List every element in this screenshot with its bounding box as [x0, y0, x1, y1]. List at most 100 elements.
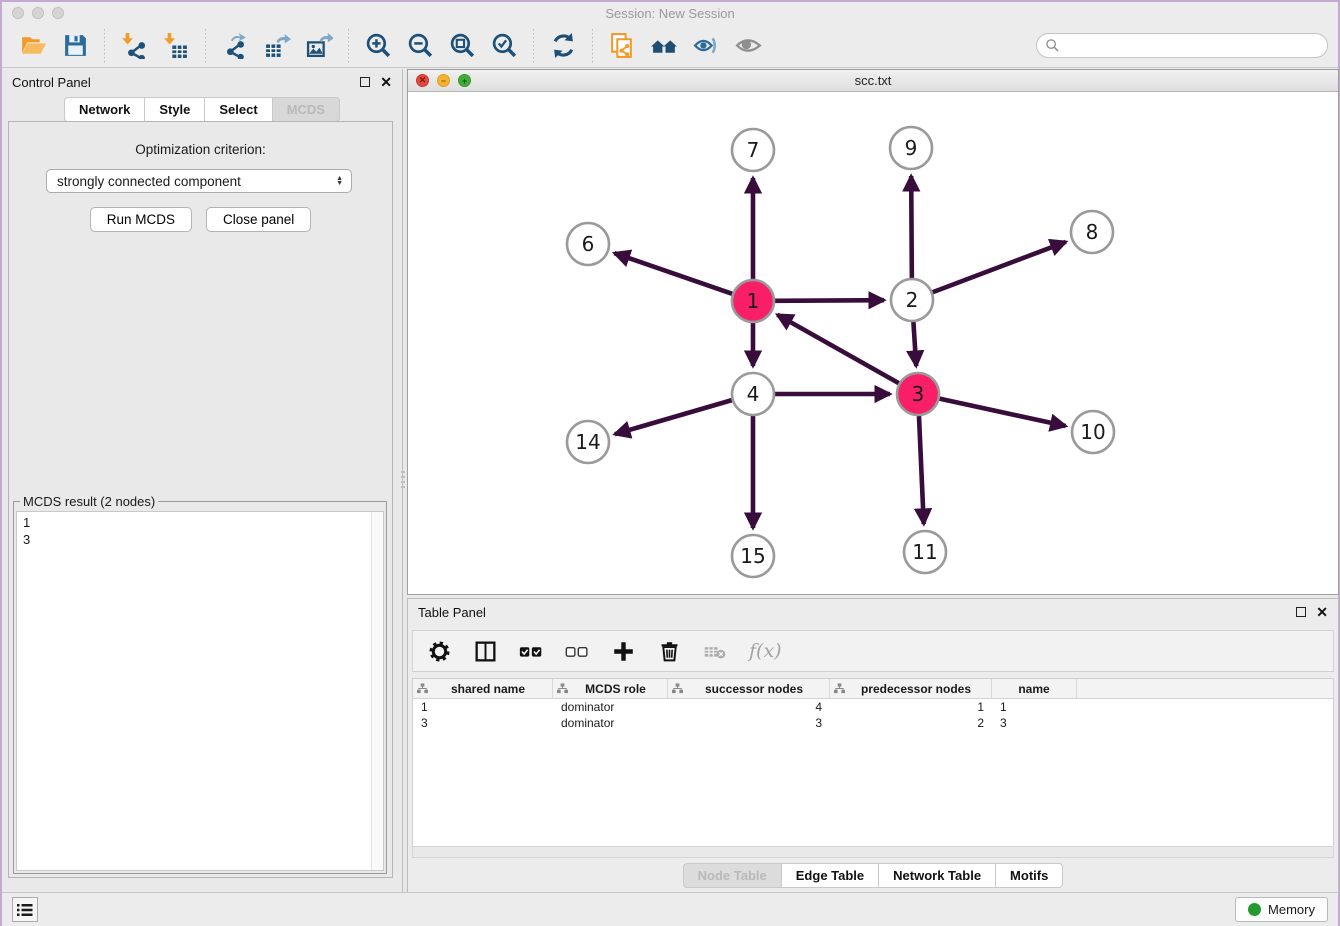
cell-shared-name[interactable]: 1	[413, 699, 553, 715]
cell-predecessor-nodes[interactable]: 2	[830, 715, 992, 731]
graph-node-9[interactable]: 9	[890, 127, 932, 169]
mcds-result-line: 1	[23, 514, 377, 531]
network-minimize-icon[interactable]: −	[437, 74, 450, 87]
memory-button[interactable]: Memory	[1235, 897, 1328, 922]
import-table-icon[interactable]	[161, 31, 191, 61]
float-table-panel-icon[interactable]	[1296, 607, 1306, 617]
edge-3-10[interactable]	[939, 399, 1065, 426]
table-panel: Table Panel ✕	[407, 598, 1339, 894]
graph-node-6[interactable]: 6	[567, 223, 609, 265]
tab-mcds[interactable]: MCDS	[272, 97, 340, 122]
edge-2-8[interactable]	[933, 242, 1066, 292]
cell-predecessor-nodes[interactable]: 1	[830, 699, 992, 715]
column-header-mcds-role[interactable]: MCDS role	[553, 679, 668, 698]
edge-2-9[interactable]	[911, 176, 912, 278]
criterion-dropdown[interactable]: strongly connected component ▲▼	[46, 169, 352, 193]
export-table-icon[interactable]	[262, 31, 292, 61]
tab-network[interactable]: Network	[64, 97, 144, 122]
cell-mcds-role[interactable]: dominator	[553, 715, 668, 731]
graph-node-15[interactable]: 15	[732, 535, 774, 577]
edge-3-1[interactable]	[777, 315, 898, 383]
close-table-panel-icon[interactable]: ✕	[1316, 607, 1328, 617]
close-window-button[interactable]	[12, 7, 24, 19]
close-panel-button[interactable]: Close panel	[206, 207, 311, 232]
control-panel-tabs: Network Style Select MCDS	[2, 97, 402, 122]
minimize-window-button[interactable]	[32, 7, 44, 19]
tab-network-table[interactable]: Network Table	[878, 863, 995, 888]
zoom-fit-icon[interactable]	[447, 31, 477, 61]
table-panel-title: Table Panel	[418, 605, 486, 620]
tab-style[interactable]: Style	[144, 97, 204, 122]
task-history-button[interactable]	[12, 897, 38, 922]
open-session-icon[interactable]	[18, 31, 48, 61]
mcds-result-textarea[interactable]: 1 3	[16, 511, 384, 871]
close-panel-icon[interactable]: ✕	[380, 77, 392, 87]
zoom-out-icon[interactable]	[405, 31, 435, 61]
search-field[interactable]	[1036, 33, 1328, 58]
settings-gear-icon[interactable]	[427, 639, 451, 663]
network-graph: 7 9 6 8 1 2 4 3 14 10 15 11	[408, 92, 1338, 593]
graph-node-8[interactable]: 8	[1071, 211, 1113, 253]
graph-node-2[interactable]: 2	[891, 279, 933, 321]
column-header-shared-name[interactable]: shared name	[413, 679, 553, 698]
cell-name[interactable]: 3	[992, 715, 1077, 731]
toolbar-separator	[592, 29, 593, 63]
deselect-all-columns-icon[interactable]	[565, 639, 589, 663]
tab-edge-table[interactable]: Edge Table	[781, 863, 878, 888]
network-canvas[interactable]: 7 9 6 8 1 2 4 3 14 10 15 11	[408, 92, 1338, 593]
edge-3-11[interactable]	[919, 416, 924, 524]
export-image-icon[interactable]	[304, 31, 334, 61]
search-input[interactable]	[1060, 38, 1319, 53]
select-all-columns-icon[interactable]	[519, 639, 543, 663]
tab-motifs[interactable]: Motifs	[995, 863, 1063, 888]
graph-node-14[interactable]: 14	[567, 421, 609, 463]
maximize-window-button[interactable]	[52, 7, 64, 19]
graph-node-3[interactable]: 3	[897, 373, 939, 415]
add-column-icon[interactable]	[611, 639, 635, 663]
table-toolbar: f(x)	[412, 630, 1334, 672]
graph-node-10[interactable]: 10	[1072, 411, 1114, 453]
save-session-icon[interactable]	[60, 31, 90, 61]
edge-1-2[interactable]	[775, 300, 884, 301]
run-mcds-button[interactable]: Run MCDS	[90, 207, 192, 232]
panel-splitter-handle[interactable]	[400, 471, 405, 497]
edge-4-14[interactable]	[615, 400, 732, 434]
panel-columns-icon[interactable]	[473, 639, 497, 663]
table-row[interactable]: 1 dominator 4 1 1	[413, 699, 1333, 715]
toolbar-separator	[205, 29, 206, 63]
cell-mcds-role[interactable]: dominator	[553, 699, 668, 715]
network-close-icon[interactable]: ✕	[416, 74, 429, 87]
network-window-titlebar[interactable]: ✕ − + scc.txt	[408, 70, 1338, 92]
table-horizontal-scrollbar[interactable]	[412, 846, 1334, 858]
graph-node-1[interactable]: 1	[732, 280, 774, 322]
zoom-selected-icon[interactable]	[489, 31, 519, 61]
column-header-predecessor-nodes[interactable]: predecessor nodes	[830, 679, 992, 698]
table-row[interactable]: 3 dominator 3 2 3	[413, 715, 1333, 731]
cell-shared-name[interactable]: 3	[413, 715, 553, 731]
cell-name[interactable]: 1	[992, 699, 1077, 715]
result-scrollbar[interactable]	[371, 512, 383, 870]
delete-column-icon[interactable]	[657, 639, 681, 663]
hierarchy-icon	[672, 683, 683, 694]
tab-select[interactable]: Select	[204, 97, 271, 122]
graph-node-11[interactable]: 11	[904, 531, 946, 573]
import-network-icon[interactable]	[119, 31, 149, 61]
edge-1-6[interactable]	[614, 253, 732, 294]
tab-node-table[interactable]: Node Table	[683, 863, 781, 888]
apply-layout-icon[interactable]	[548, 31, 578, 61]
cell-successor-nodes[interactable]: 4	[668, 699, 830, 715]
cell-successor-nodes[interactable]: 3	[668, 715, 830, 731]
clone-network-icon[interactable]	[607, 31, 637, 61]
column-header-successor-nodes[interactable]: successor nodes	[668, 679, 830, 698]
float-panel-icon[interactable]	[360, 77, 370, 87]
zoom-in-icon[interactable]	[363, 31, 393, 61]
hide-graphics-details-icon[interactable]	[691, 31, 721, 61]
home-icon[interactable]	[649, 31, 679, 61]
column-header-name[interactable]: name	[992, 679, 1077, 698]
edge-2-3[interactable]	[913, 322, 916, 366]
export-network-icon[interactable]	[220, 31, 250, 61]
graph-node-4[interactable]: 4	[732, 373, 774, 415]
show-graphics-details-icon[interactable]	[733, 31, 763, 61]
network-maximize-icon[interactable]: +	[458, 74, 471, 87]
graph-node-7[interactable]: 7	[732, 129, 774, 171]
